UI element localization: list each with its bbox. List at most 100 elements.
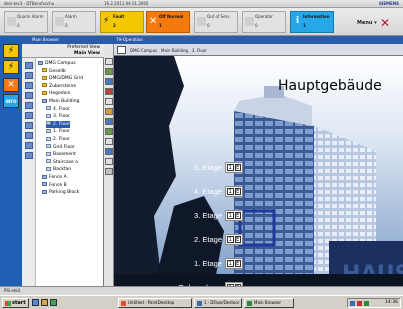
system-tray: 14:36 (347, 298, 401, 308)
tree-item-label: Gesellb (49, 68, 66, 74)
floor-button-left: 1 (227, 212, 234, 219)
browser-tool-icon[interactable] (25, 122, 33, 129)
breadcrumb: DMG Campus . Main Building . 3. Floor (130, 48, 207, 53)
alarm-status-bar: Quarin Alarm 0 Alarm 0 ⚡ Fault 2 ✕ Off N… (0, 8, 403, 36)
graphics-tool-icon[interactable] (105, 108, 113, 115)
graphics-tool-icon[interactable] (105, 138, 113, 145)
browser-tool-icon[interactable] (25, 102, 33, 109)
windows-taskbar: start Untitled - PaintDesktop 1 · DFase/… (0, 295, 403, 309)
quarin-alarm-button[interactable]: Quarin Alarm 0 (4, 11, 48, 33)
taskbar-item-paint[interactable]: Untitled - PaintDesktop (118, 298, 192, 308)
tree-item-label: 1. Floor (53, 129, 70, 135)
taskbar-item-dfase[interactable]: 1 · DFase/Destoor (194, 298, 242, 308)
graphics-tool-icon[interactable] (105, 58, 113, 65)
tree-item[interactable]: Gnd Floor (46, 144, 75, 151)
browser-tool-icon[interactable] (25, 62, 33, 69)
fault-quick-button[interactable]: ⚡ (3, 44, 19, 58)
graphics-tool-icon[interactable] (105, 68, 113, 75)
off-normal-button[interactable]: ✕ Off Normal 1 (146, 11, 190, 33)
tree-item[interactable]: 1. Floor (46, 128, 70, 135)
tree-item[interactable]: Hegedoin (42, 90, 71, 97)
floor-button[interactable]: 1E (225, 210, 243, 221)
browser-tool-icon[interactable] (25, 72, 33, 79)
browser-tool-icon[interactable] (25, 132, 33, 139)
floor-button[interactable]: 1E (225, 258, 243, 269)
tree-item[interactable]: Parking Block (42, 189, 79, 196)
tree-item[interactable]: Zubersteine (42, 83, 76, 90)
floor-button[interactable]: 1E (225, 234, 243, 245)
siemens-x-icon[interactable]: ✕ (380, 17, 392, 29)
graphics-tool-icon[interactable] (105, 168, 113, 175)
tab-preferred-view[interactable]: Preferred View (67, 45, 100, 50)
browser-view-tabs: Preferred View Main View (22, 44, 104, 58)
floor-row[interactable]: 2. Etage 1 E (164, 234, 243, 245)
floor-button[interactable]: 1E (225, 186, 243, 197)
graphics-tool-icon[interactable] (105, 128, 113, 135)
tree-item[interactable]: Fence A (42, 174, 67, 181)
menu-button[interactable]: Menu ▾ (357, 20, 377, 26)
fault-quick-button-2[interactable]: ⚡ (3, 60, 19, 74)
floor-button-right: E (234, 236, 241, 243)
info-quick-button[interactable]: INFO (3, 94, 19, 108)
floor-button-left: 1 (227, 260, 234, 267)
tree-item[interactable]: Gesellb (42, 68, 66, 75)
app-icon (197, 301, 202, 306)
graphics-toolbar (104, 44, 114, 286)
floor-row[interactable]: 3. Etage 1 E (164, 210, 243, 221)
folder-icon (42, 83, 47, 88)
network-icon[interactable] (350, 301, 355, 306)
tree-item[interactable]: DMG/DMG Grid (42, 75, 83, 82)
tree-item[interactable]: Main Building (42, 98, 79, 105)
tree-item-label: Gnd Floor (53, 144, 75, 150)
building-title: Hauptgebäude (278, 78, 382, 94)
date-time-display: 16.2.2011 04.01.2005 (104, 1, 149, 6)
tree-item[interactable]: Basement (46, 151, 76, 158)
graphics-tool-icon[interactable] (105, 88, 113, 95)
quicklaunch-desktop-icon[interactable] (32, 299, 39, 306)
alarm-button[interactable]: Alarm 0 (52, 11, 96, 33)
tree-item-label: Fence A (49, 175, 67, 180)
taskbar-item-main-browser[interactable]: Main Browser (244, 298, 294, 308)
info-icon: i (295, 16, 300, 26)
quicklaunch-explorer-icon[interactable] (41, 299, 48, 306)
browser-tool-icon[interactable] (25, 152, 33, 159)
tree-item[interactable]: 2. Floor (46, 136, 70, 143)
alarm-bell-icon (7, 17, 16, 26)
operator-button[interactable]: Operator 0 (242, 11, 286, 33)
browser-tool-icon[interactable] (25, 112, 33, 119)
security-icon[interactable] (357, 301, 362, 306)
tree-item[interactable]: DMG Campus (38, 60, 76, 67)
floor-row[interactable]: 5. Etage 1 E (164, 162, 243, 173)
information-button[interactable]: i Information 1 (290, 11, 334, 33)
start-button[interactable]: start (2, 298, 29, 308)
volume-icon[interactable] (364, 301, 369, 306)
system-browser-panel: Main Browser Preferred View Main View DM… (22, 36, 104, 286)
tree-item[interactable]: 2. Floor (46, 120, 70, 128)
tree-item[interactable]: 4. Floor (46, 106, 70, 113)
browser-tool-icon[interactable] (25, 92, 33, 99)
floor-button[interactable]: 1E (225, 162, 243, 173)
off-normal-quick-button[interactable]: ✕ (3, 78, 19, 92)
out-of-service-button[interactable]: Out of Serv 0 (194, 11, 238, 33)
floor-button-right: E (234, 188, 241, 195)
floor-row[interactable]: 4. Etage 1 E (164, 186, 243, 197)
graphics-tool-icon[interactable] (105, 118, 113, 125)
tree-item[interactable]: 3. Floor (46, 113, 70, 120)
graphics-tool-icon[interactable] (105, 98, 113, 105)
tree-item[interactable]: Fence B (42, 182, 67, 189)
tab-main-view[interactable]: Main View (74, 51, 100, 56)
graphics-tool-icon[interactable] (105, 78, 113, 85)
floor-icon (46, 136, 51, 141)
graphics-tool-icon[interactable] (105, 158, 113, 165)
browser-tool-icon[interactable] (25, 82, 33, 89)
tree-item-label: 2. Floor (53, 121, 70, 127)
fault-button[interactable]: ⚡ Fault 2 (100, 11, 144, 33)
browser-tool-icon[interactable] (25, 142, 33, 149)
tree-item[interactable]: Backfan (46, 166, 71, 173)
quicklaunch-app-icon[interactable] (50, 299, 57, 306)
tree-item[interactable]: Staircase a (46, 159, 78, 166)
tree-item-label: Basement (53, 152, 76, 158)
floor-row[interactable]: 1. Etage 1 E (164, 258, 243, 269)
folder-icon (42, 90, 47, 95)
graphics-tool-icon[interactable] (105, 148, 113, 155)
